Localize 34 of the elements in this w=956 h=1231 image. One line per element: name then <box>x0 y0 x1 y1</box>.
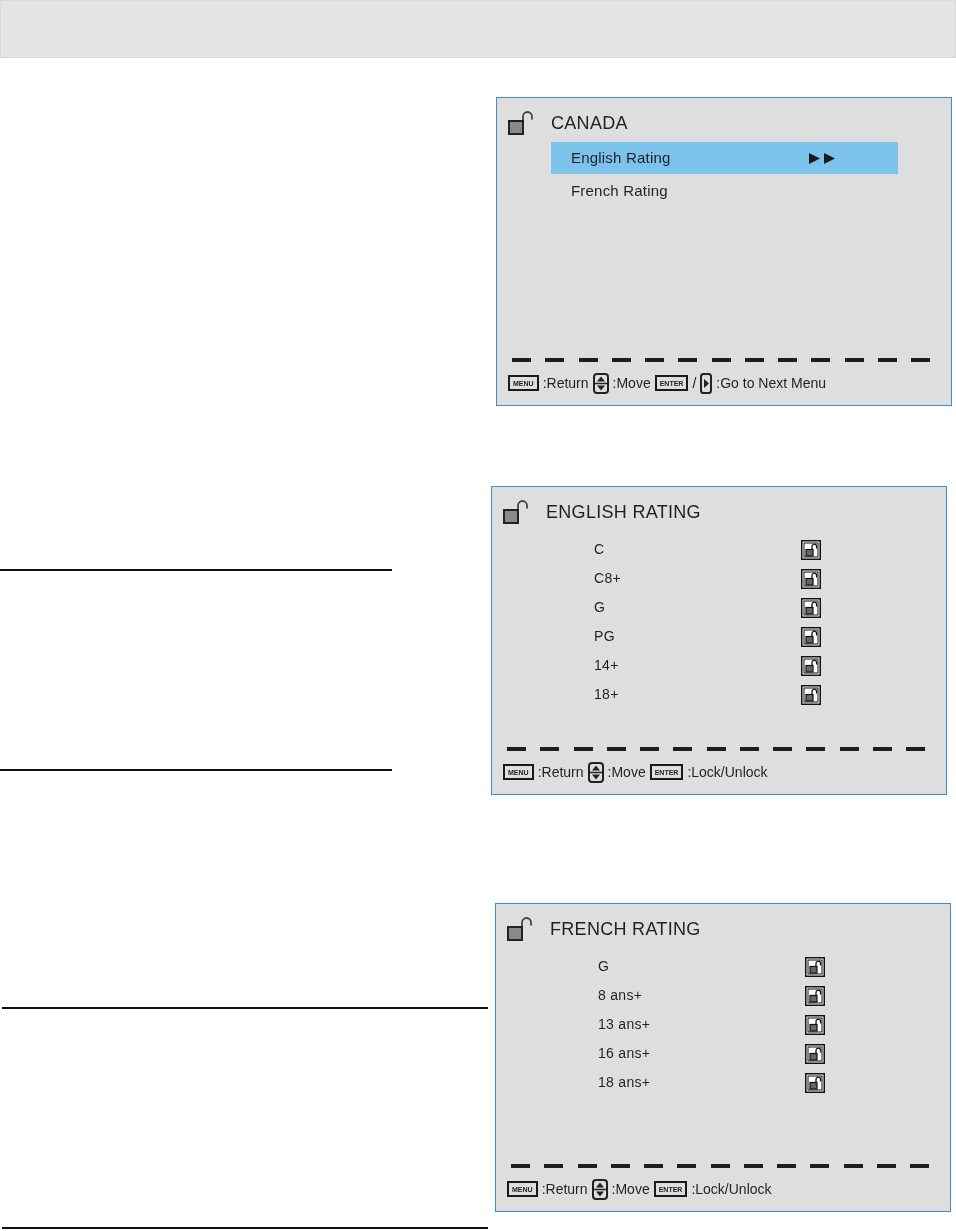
rating-item[interactable]: C <box>594 535 821 564</box>
double-arrow-icon <box>809 152 835 164</box>
key-hint-text: :Lock/Unlock <box>691 1182 772 1196</box>
menu-title: FRENCH RATING <box>550 920 701 938</box>
key-hint-text: :Return <box>542 376 589 390</box>
up-down-key-icon <box>587 761 604 783</box>
key-hint-text: :Return <box>537 765 584 779</box>
key-hint-text: :Lock/Unlock <box>687 765 768 779</box>
key-hint-text: :Return <box>541 1182 588 1196</box>
rating-item[interactable]: C8+ <box>594 564 821 593</box>
menu-title: CANADA <box>551 114 628 132</box>
rating-item[interactable]: 13 ans+ <box>598 1010 825 1039</box>
rating-item[interactable]: G <box>594 593 821 622</box>
padlock-icon <box>508 111 534 135</box>
rating-item[interactable]: 16 ans+ <box>598 1039 825 1068</box>
menu-item[interactable]: French Rating <box>551 175 898 207</box>
rating-item[interactable]: G <box>598 952 825 981</box>
padlock-icon <box>503 500 529 524</box>
key-hint-text: :Go to Next Menu <box>716 376 826 390</box>
rating-item[interactable]: 8 ans+ <box>598 981 825 1010</box>
up-down-key-icon <box>591 1178 608 1200</box>
key-hint-text: :Move <box>611 1182 650 1196</box>
right-arrow-key-icon <box>700 372 713 394</box>
key-hint-text: :Move <box>607 765 646 779</box>
menu-title: ENGLISH RATING <box>546 503 701 521</box>
up-down-key-icon <box>592 372 609 394</box>
key-hint-text: :Move <box>612 376 651 390</box>
rating-item[interactable]: PG <box>594 622 821 651</box>
padlock-icon <box>507 917 533 941</box>
rating-item[interactable]: 18+ <box>594 680 821 709</box>
key-hint-text: / <box>692 376 697 390</box>
menu-item[interactable]: English Rating <box>551 142 898 174</box>
rating-item[interactable]: 14+ <box>594 651 821 680</box>
rating-item[interactable]: 18 ans+ <box>598 1068 825 1097</box>
